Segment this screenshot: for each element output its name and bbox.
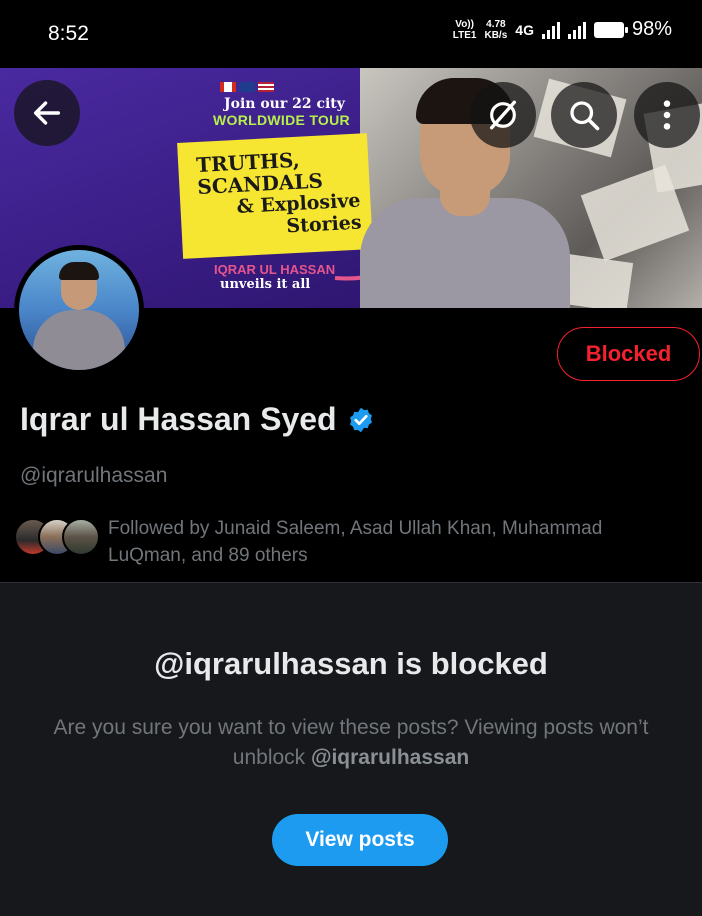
display-name-text: Iqrar ul Hassan Syed bbox=[20, 401, 337, 437]
view-posts-button[interactable]: View posts bbox=[272, 814, 448, 866]
network-type: 4G bbox=[515, 21, 534, 38]
status-indicators: Vo)) LTE1 4.78 KB/s 4G 98% bbox=[453, 18, 672, 41]
search-button[interactable] bbox=[551, 82, 617, 148]
flags-icon bbox=[220, 82, 274, 92]
follower-avatars bbox=[14, 518, 100, 556]
battery-icon bbox=[593, 21, 628, 38]
profile-display-name: Iqrar ul Hassan Syed bbox=[20, 401, 375, 438]
battery-percent: 98% bbox=[631, 18, 672, 40]
search-icon bbox=[570, 101, 600, 131]
verified-badge-icon[interactable] bbox=[347, 406, 375, 434]
back-button[interactable] bbox=[14, 80, 80, 146]
avatar-photo bbox=[19, 250, 139, 370]
more-vertical-icon bbox=[663, 100, 671, 130]
follower-avatar bbox=[62, 518, 100, 556]
blocked-title: @iqrarulhassan is blocked bbox=[154, 646, 548, 681]
status-time: 8:52 bbox=[48, 22, 89, 45]
banner-person-photo bbox=[360, 68, 570, 308]
followed-by-text: Followed by Junaid Saleem, Asad Ullah Kh… bbox=[108, 518, 603, 566]
grok-icon bbox=[489, 100, 517, 130]
network-speed: 4.78 KB/s bbox=[484, 18, 508, 41]
profile-handle: @iqrarulhassan bbox=[20, 464, 168, 487]
signal-icon bbox=[541, 21, 560, 39]
blocked-notice-panel: @iqrarulhassan is blocked Are you sure y… bbox=[0, 583, 702, 916]
banner-tour-line1: Join our 22 city bbox=[224, 96, 345, 112]
avatar[interactable] bbox=[14, 245, 144, 375]
followers-you-know[interactable]: Followed by Junaid Saleem, Asad Ullah Kh… bbox=[14, 515, 668, 569]
blocked-handle-mention: @iqrarulhassan bbox=[311, 746, 470, 769]
grok-button[interactable] bbox=[470, 82, 536, 148]
signal-icon-2 bbox=[567, 21, 586, 39]
banner-tour-line2: WORLDWIDE TOUR bbox=[213, 112, 350, 128]
blocked-description: Are you sure you want to view these post… bbox=[53, 716, 649, 769]
banner-host-name: IQRAR UL HASSAN bbox=[214, 262, 336, 277]
more-options-button[interactable] bbox=[634, 82, 700, 148]
banner-tagline: unveils it all bbox=[220, 277, 311, 292]
status-bar: 8:52 Vo)) LTE1 4.78 KB/s 4G 98% bbox=[0, 0, 702, 68]
arrow-left-icon bbox=[33, 101, 61, 125]
blocked-button[interactable]: Blocked bbox=[557, 327, 700, 381]
volte-indicator: Vo)) LTE1 bbox=[452, 18, 477, 41]
